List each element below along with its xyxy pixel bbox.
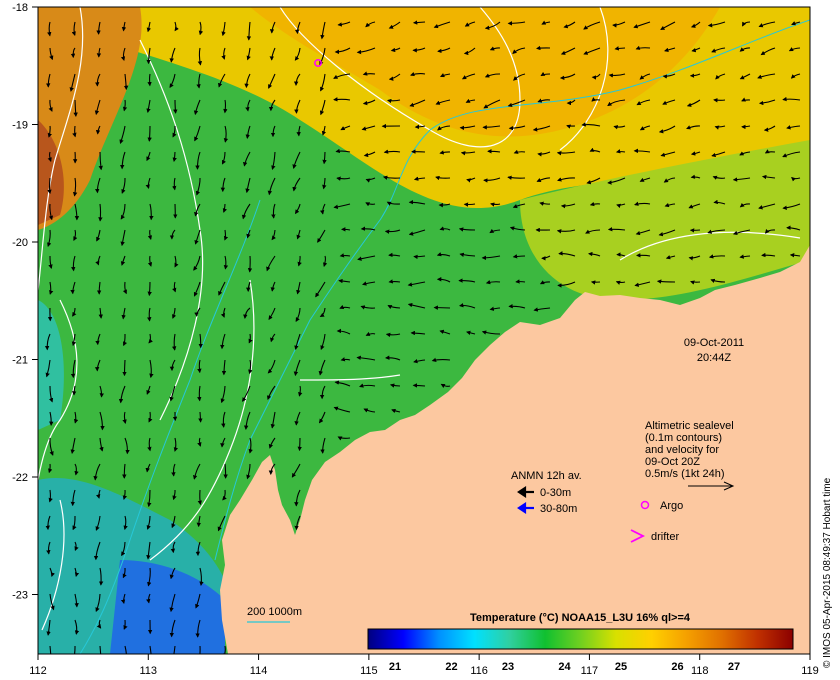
velocity-arrow <box>198 411 203 423</box>
argo-legend-label: Argo <box>660 500 683 512</box>
longitude-tick-label: 116 <box>470 665 488 677</box>
velocity-arrow <box>536 45 551 51</box>
latitude-tick-label: -22 <box>12 472 28 484</box>
colorbar-tick-label: 27 <box>728 661 740 673</box>
velocity-arrow <box>636 253 651 258</box>
velocity-arrow <box>412 383 426 388</box>
sealevel-line-2: (0.1m contours) <box>645 432 722 444</box>
anmn-title: ANMN 12h av. <box>511 470 582 482</box>
longitude-axis: 112 113 114 115 116 117 118 119 <box>29 654 819 677</box>
anmn-deep-label: 30-80m <box>540 503 577 515</box>
sealevel-line-1: Altimetric sealevel <box>645 420 734 432</box>
latitude-tick-label: -18 <box>12 2 28 14</box>
colorbar-title: Temperature (°C) NOAA15_L3U 16% ql>=4 <box>470 612 691 624</box>
longitude-tick-label: 115 <box>360 665 378 677</box>
longitude-tick-label: 112 <box>29 665 47 677</box>
longitude-tick-label: 117 <box>581 665 599 677</box>
sealevel-line-3: and velocity for <box>645 444 719 456</box>
colorbar-tick-label: 24 <box>558 661 571 673</box>
velocity-arrow <box>223 99 228 114</box>
velocity-arrow <box>72 125 77 138</box>
drifter-legend-label: drifter <box>651 531 679 543</box>
velocity-arrow <box>607 227 626 232</box>
sst-map-figure: 112 113 114 115 116 117 118 119 -18 -19 -20 -21 -22… <box>12 2 833 677</box>
sealevel-line-4: 09-Oct 20Z <box>645 456 700 468</box>
colorbar-tick-label: 26 <box>671 661 683 673</box>
velocity-arrow <box>223 463 228 479</box>
latitude-tick-label: -23 <box>12 590 28 602</box>
colorbar-ticks: 21 22 23 24 25 26 27 <box>389 661 740 673</box>
map-panel <box>38 7 810 654</box>
velocity-arrow <box>297 437 302 452</box>
time-label: 20:44Z <box>697 352 732 364</box>
velocity-arrow <box>413 254 426 260</box>
anmn-shallow-label: 0-30m <box>540 487 571 499</box>
credit-text: © IMOS 05-Apr-2015 08:49:37 Hobart time <box>822 477 833 668</box>
latitude-tick-label: -19 <box>12 120 28 132</box>
latitude-tick-label: -20 <box>12 237 28 249</box>
anmn-legend: ANMN 12h av. 0-30m 30-80m <box>511 470 582 515</box>
colorbar-tick-label: 23 <box>502 661 514 673</box>
latitude-tick-label: -21 <box>12 355 28 367</box>
colorbar-tick-label: 22 <box>445 661 457 673</box>
colorbar-tick-label: 21 <box>389 661 401 673</box>
velocity-arrow <box>122 359 127 377</box>
longitude-tick-label: 118 <box>691 665 709 677</box>
sealevel-line-5: 0.5m/s (1kt 24h) <box>645 468 724 480</box>
velocity-arrow <box>173 99 178 114</box>
velocity-arrow <box>433 305 451 310</box>
date-label: 09-Oct-2011 <box>684 337 744 349</box>
colorbar-tick-label: 25 <box>615 661 627 673</box>
latitude-axis: -18 -19 -20 -21 -22 -23 <box>12 2 38 602</box>
longitude-tick-label: 114 <box>250 665 268 677</box>
velocity-arrow <box>490 202 501 207</box>
bathymetry-label: 200 1000m <box>247 606 302 618</box>
velocity-arrow <box>340 357 351 362</box>
longitude-tick-label: 113 <box>140 665 158 677</box>
velocity-arrow <box>341 227 351 232</box>
longitude-tick-label: 119 <box>801 665 819 677</box>
colorbar-gradient <box>367 628 794 650</box>
velocity-arrow <box>98 203 103 222</box>
